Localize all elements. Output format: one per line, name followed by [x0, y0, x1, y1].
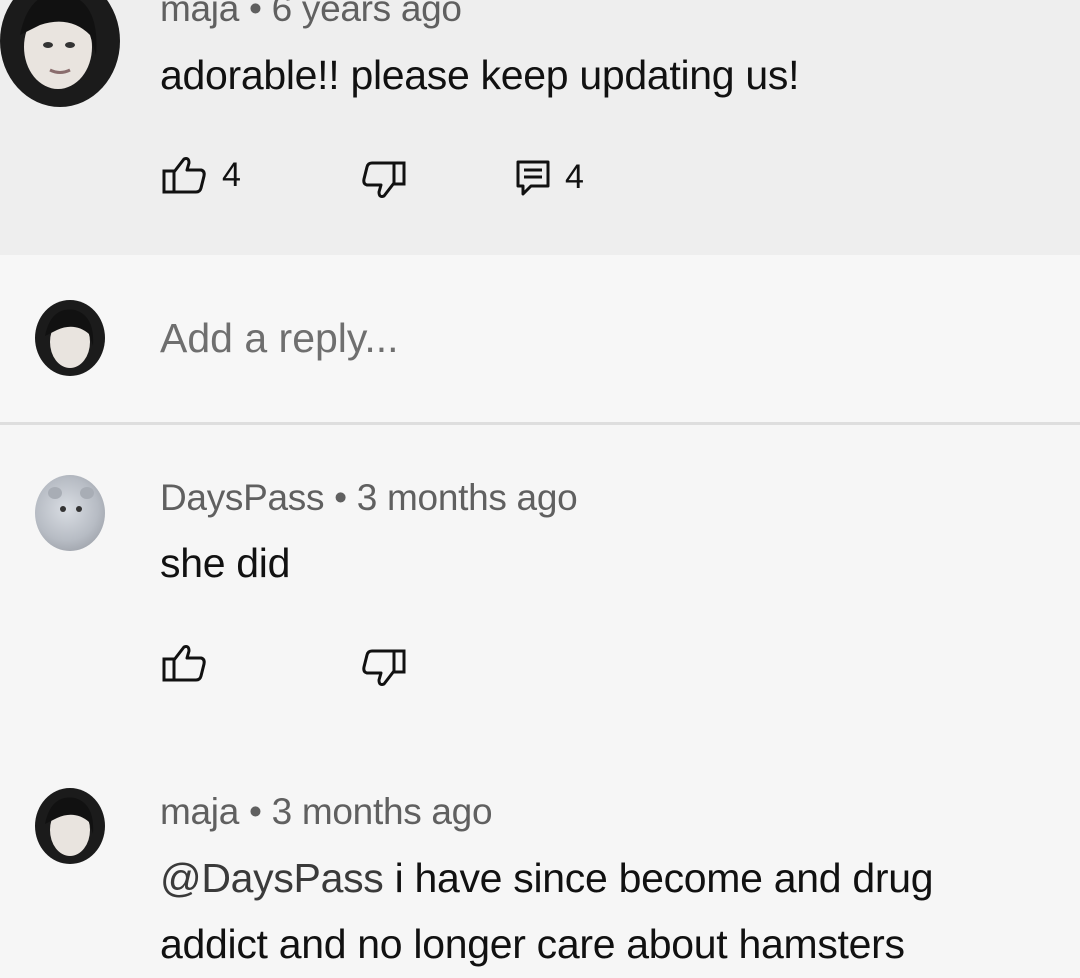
comment-meta: DaysPass • 3 months ago — [160, 477, 578, 519]
avatar[interactable] — [35, 475, 105, 551]
reply-count: 4 — [565, 158, 584, 196]
meta-separator: • — [248, 0, 262, 29]
thumbs-down-icon — [360, 648, 408, 688]
replies-button[interactable]: 4 — [515, 158, 584, 197]
thumbs-up-icon — [160, 643, 208, 683]
comment-time[interactable]: 3 months ago — [357, 477, 578, 518]
comment-text: she did — [160, 540, 291, 586]
author-name[interactable]: maja — [160, 0, 239, 29]
reply-box: Add a reply... — [0, 255, 1080, 423]
comment-dayspass: DaysPass • 3 months ago she did — [0, 425, 1080, 755]
reply-input[interactable]: Add a reply... — [160, 315, 399, 362]
comment-text: adorable!! please keep updating us! — [160, 52, 800, 98]
comment-time[interactable]: 6 years ago — [272, 0, 462, 29]
thumbs-down-icon — [360, 160, 408, 200]
comment-maja-reply: maja • 3 months ago @DaysPass i have sin… — [0, 755, 1080, 978]
comment-text-line2: addict and no longer care about hamsters — [160, 921, 905, 967]
comment-icon — [515, 159, 551, 197]
comment-time[interactable]: 3 months ago — [272, 791, 493, 832]
avatar[interactable] — [35, 788, 105, 864]
dislike-button[interactable] — [360, 160, 408, 200]
comment-text-line1: @DaysPass i have since become and drug — [160, 855, 934, 902]
mention-link[interactable]: @DaysPass — [160, 855, 384, 901]
thumbs-up-icon — [160, 155, 208, 195]
meta-separator: • — [334, 477, 347, 518]
like-count: 4 — [222, 155, 241, 194]
current-user-avatar — [35, 300, 105, 376]
meta-separator: • — [248, 791, 262, 832]
comment-meta: maja • 6 years ago — [160, 0, 462, 30]
author-name[interactable]: DaysPass — [160, 477, 324, 518]
like-button[interactable]: 4 — [160, 155, 241, 195]
comment-meta: maja • 3 months ago — [160, 791, 493, 833]
dislike-button[interactable] — [360, 648, 408, 688]
author-name[interactable]: maja — [160, 791, 239, 832]
like-button[interactable] — [160, 643, 208, 683]
avatar[interactable] — [0, 0, 120, 107]
comment-maja-top: maja • 6 years ago adorable!! please kee… — [0, 0, 1080, 255]
comment-text: i have since become and drug — [394, 855, 934, 901]
